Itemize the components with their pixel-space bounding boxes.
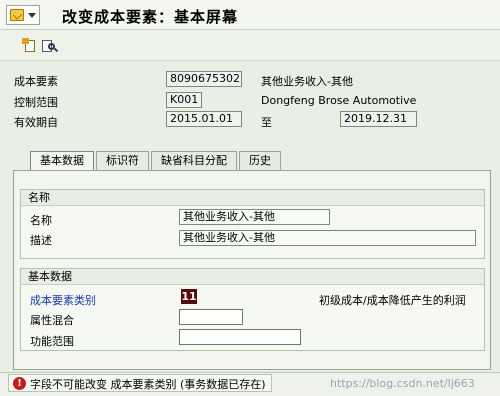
cost-element-label: 成本要素	[14, 75, 58, 88]
tab-strip: 基本数据 标识符 缺省科目分配 历史	[30, 151, 283, 170]
description-label: 描述	[30, 234, 52, 247]
name-field[interactable]: 其他业务收入-其他	[179, 209, 330, 225]
application-toolbar	[0, 31, 500, 61]
display-document-icon[interactable]	[42, 38, 59, 54]
dropdown-arrow-icon	[28, 12, 36, 18]
controlling-area-field[interactable]: K001	[166, 92, 202, 108]
valid-from-label: 有效期自	[14, 116, 58, 129]
status-message: 字段不可能改变 成本要素类别 (事务数据已存在)	[30, 378, 266, 391]
controlling-area-desc: Dongfeng Brose Automotive	[261, 94, 417, 107]
error-icon: !	[13, 377, 26, 390]
functional-area-field[interactable]	[179, 329, 301, 345]
cost-element-category-desc: 初级成本/成本降低产生的利润	[319, 294, 466, 307]
controlling-area-label: 控制范围	[14, 96, 58, 109]
cost-element-category-label[interactable]: 成本要素类别	[30, 292, 96, 308]
new-document-icon[interactable]	[22, 38, 38, 54]
title-bar: 改变成本要素：基本屏幕	[0, 0, 500, 30]
cost-element-desc: 其他业务收入-其他	[261, 75, 353, 88]
window-title: 改变成本要素：基本屏幕	[62, 8, 239, 26]
name-label: 名称	[30, 214, 52, 227]
names-group-header: 名称	[21, 190, 484, 206]
menu-button[interactable]	[6, 5, 40, 25]
checkmark-menu-icon	[10, 9, 24, 21]
tab-indicators[interactable]: 标识符	[96, 151, 149, 170]
tab-basic-data[interactable]: 基本数据	[30, 151, 94, 170]
valid-to-field[interactable]: 2019.12.31	[340, 111, 417, 127]
tab-default-account-assignment[interactable]: 缺省科目分配	[151, 151, 237, 170]
valid-from-field[interactable]: 2015.01.01	[166, 111, 242, 127]
basic-data-group-header: 基本数据	[21, 269, 484, 285]
cost-element-category-field[interactable]: 11	[181, 289, 197, 304]
attribute-mix-label: 属性混合	[30, 314, 74, 327]
attribute-mix-field[interactable]	[179, 309, 243, 325]
tab-history[interactable]: 历史	[239, 151, 281, 170]
valid-to-label: 至	[261, 116, 272, 129]
functional-area-label: 功能范围	[30, 335, 74, 348]
cost-element-field[interactable]: 8090675302	[166, 71, 242, 87]
description-field[interactable]: 其他业务收入-其他	[179, 230, 476, 246]
watermark: https://blog.csdn.net/lj663	[330, 377, 475, 390]
